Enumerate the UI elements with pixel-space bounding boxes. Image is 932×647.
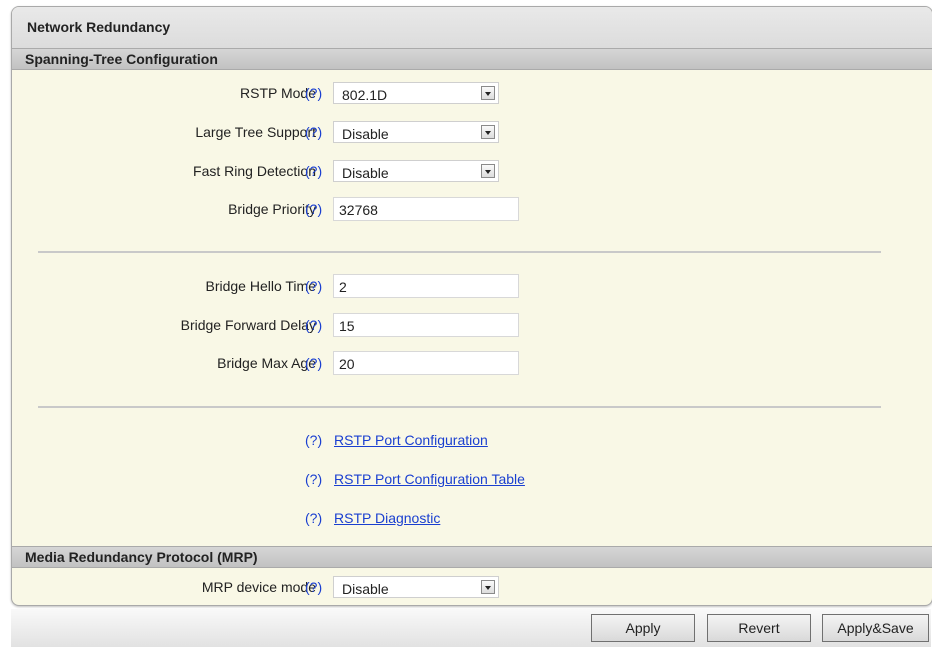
bridge-forward-delay-value: 15	[339, 318, 355, 334]
dropdown-arrow-icon[interactable]	[481, 580, 495, 594]
bridge-priority-value: 32768	[339, 202, 378, 218]
rstp-diagnostic-link[interactable]: RSTP Diagnostic	[334, 510, 440, 526]
large-tree-support-row: Large Tree Support (?) Disable	[12, 119, 932, 145]
panel-title: Network Redundancy	[27, 19, 171, 35]
mrp-device-mode-row: MRP device mode (?) Disable	[12, 574, 932, 600]
bridge-hello-time-help-link[interactable]: (?)	[305, 278, 322, 294]
rstp-mode-select[interactable]: 802.1D	[333, 82, 499, 104]
bridge-max-age-input[interactable]: 20	[333, 351, 519, 375]
revert-button[interactable]: Revert	[707, 614, 811, 642]
bridge-priority-help-link[interactable]: (?)	[305, 201, 322, 217]
rstp-port-configuration-table-help-link[interactable]: (?)	[305, 471, 322, 487]
large-tree-support-value: Disable	[342, 126, 389, 142]
large-tree-support-help-link[interactable]: (?)	[305, 124, 322, 140]
dropdown-arrow-icon[interactable]	[481, 86, 495, 100]
bridge-max-age-row: Bridge Max Age (?) 20	[12, 350, 932, 376]
dropdown-arrow-icon[interactable]	[481, 164, 495, 178]
bridge-max-age-label: Bridge Max Age	[217, 355, 316, 371]
large-tree-support-label: Large Tree Support	[195, 124, 316, 140]
bridge-forward-delay-row: Bridge Forward Delay (?) 15	[12, 312, 932, 338]
bridge-priority-label: Bridge Priority	[228, 201, 316, 217]
fast-ring-detection-value: Disable	[342, 165, 389, 181]
rstp-port-configuration-row: (?) RSTP Port Configuration	[12, 429, 932, 451]
bridge-hello-time-row: Bridge Hello Time (?) 2	[12, 273, 932, 299]
fast-ring-detection-select[interactable]: Disable	[333, 160, 499, 182]
panel-title-bar: Network Redundancy	[12, 7, 932, 49]
section-divider	[38, 406, 881, 408]
rstp-diagnostic-row: (?) RSTP Diagnostic	[12, 507, 932, 529]
network-redundancy-panel: Network Redundancy Spanning-Tree Configu…	[11, 6, 932, 606]
mrp-device-mode-help-link[interactable]: (?)	[305, 579, 322, 595]
mrp-section-header: Media Redundancy Protocol (MRP)	[12, 546, 932, 568]
section-divider	[38, 251, 881, 253]
fast-ring-detection-help-link[interactable]: (?)	[305, 163, 322, 179]
rstp-diagnostic-help-link[interactable]: (?)	[305, 510, 322, 526]
large-tree-support-select[interactable]: Disable	[333, 121, 499, 143]
bridge-forward-delay-input[interactable]: 15	[333, 313, 519, 337]
spanning-tree-section-title: Spanning-Tree Configuration	[25, 51, 218, 67]
bridge-forward-delay-help-link[interactable]: (?)	[305, 317, 322, 333]
mrp-section-title: Media Redundancy Protocol (MRP)	[25, 549, 258, 565]
rstp-mode-value: 802.1D	[342, 87, 388, 103]
mrp-device-mode-value: Disable	[342, 581, 389, 597]
rstp-port-configuration-help-link[interactable]: (?)	[305, 432, 322, 448]
mrp-device-mode-label: MRP device mode	[201, 579, 316, 595]
mrp-device-mode-select[interactable]: Disable	[333, 576, 499, 598]
dropdown-arrow-icon[interactable]	[481, 125, 495, 139]
bridge-forward-delay-label: Bridge Forward Delay	[180, 317, 316, 333]
apply-and-save-button[interactable]: Apply&Save	[822, 614, 929, 642]
bridge-priority-row: Bridge Priority (?) 32768	[12, 196, 932, 222]
rstp-mode-row: RSTP Mode (?) 802.1D	[12, 80, 932, 106]
bridge-priority-input[interactable]: 32768	[333, 197, 519, 221]
fast-ring-detection-row: Fast Ring Detection (?) Disable	[12, 158, 932, 184]
rstp-mode-help-link[interactable]: (?)	[305, 85, 322, 101]
bridge-hello-time-value: 2	[339, 279, 347, 295]
rstp-port-configuration-table-link[interactable]: RSTP Port Configuration Table	[334, 471, 525, 487]
bridge-max-age-value: 20	[339, 356, 355, 372]
apply-button[interactable]: Apply	[591, 614, 695, 642]
bridge-hello-time-input[interactable]: 2	[333, 274, 519, 298]
spanning-tree-section-header: Spanning-Tree Configuration	[12, 48, 932, 70]
rstp-port-configuration-link[interactable]: RSTP Port Configuration	[334, 432, 488, 448]
fast-ring-detection-label: Fast Ring Detection	[193, 163, 316, 179]
rstp-port-configuration-table-row: (?) RSTP Port Configuration Table	[12, 468, 932, 490]
bridge-max-age-help-link[interactable]: (?)	[305, 355, 322, 371]
bridge-hello-time-label: Bridge Hello Time	[205, 278, 317, 294]
